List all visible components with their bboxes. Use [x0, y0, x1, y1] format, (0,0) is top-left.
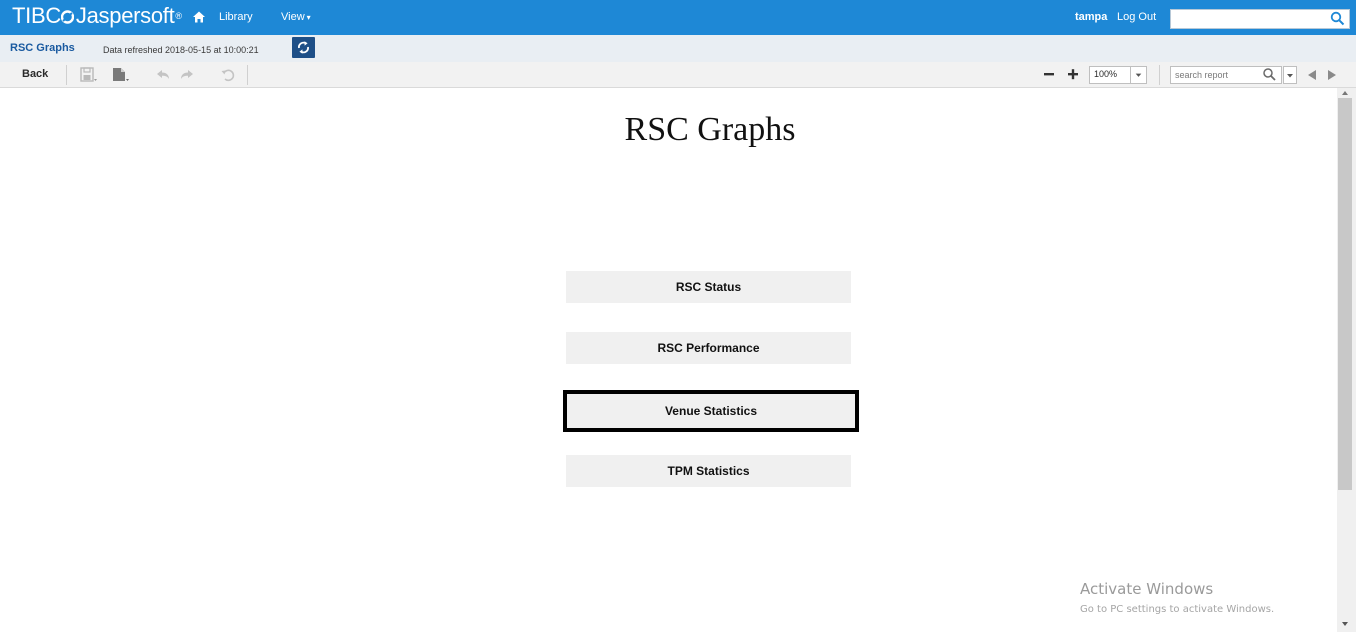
nav-view-menu[interactable]: View ▾ [281, 10, 311, 25]
back-button[interactable]: Back [22, 68, 48, 81]
rsc-performance-button[interactable]: RSC Performance [566, 332, 851, 364]
refresh-button[interactable] [292, 37, 315, 58]
data-refreshed-text: Data refreshed 2018-05-15 at 10:00:21 [103, 45, 259, 55]
scroll-down-icon[interactable] [1339, 620, 1351, 628]
chevron-down-icon [1287, 74, 1293, 78]
reset-icon[interactable] [219, 66, 237, 84]
jaspersoft-logo[interactable]: TIBC Jaspersoft® [12, 4, 182, 28]
zoom-out-icon[interactable] [1042, 67, 1056, 81]
next-result-icon[interactable] [1325, 67, 1339, 83]
nav-library[interactable]: Library [219, 10, 253, 24]
logo-swirl-icon [60, 10, 74, 24]
report-toolbar [0, 62, 1356, 88]
chevron-down-icon: ▾ [306, 13, 311, 22]
previous-result-icon[interactable] [1305, 67, 1319, 83]
rsc-status-button[interactable]: RSC Status [566, 271, 851, 303]
logo-text-secondary: Jaspersoft [75, 3, 175, 28]
logo-text-primary: TIBC [12, 3, 61, 28]
activate-windows-title: Activate Windows [1080, 580, 1214, 598]
zoom-in-icon[interactable] [1066, 67, 1080, 81]
scrollbar-thumb[interactable] [1338, 98, 1352, 490]
nav-view-label: View [281, 11, 305, 23]
undo-icon[interactable] [154, 66, 172, 84]
logout-link[interactable]: Log Out [1117, 10, 1156, 24]
search-icon[interactable] [1330, 11, 1345, 26]
toolbar-divider [66, 65, 67, 85]
scroll-up-icon[interactable] [1339, 89, 1351, 97]
refresh-icon [298, 41, 309, 54]
zoom-value: 100% [1094, 69, 1118, 79]
user-name: tampa [1075, 11, 1108, 23]
logo-trademark: ® [175, 11, 182, 21]
search-options-button[interactable] [1283, 66, 1297, 84]
export-icon[interactable] [111, 66, 129, 84]
report-title: RSC Graphs [624, 111, 796, 148]
toolbar-divider [247, 65, 248, 85]
home-icon[interactable] [192, 10, 206, 24]
chevron-down-icon[interactable] [1130, 67, 1146, 83]
toolbar-divider [1159, 65, 1160, 85]
activate-windows-subtitle: Go to PC settings to activate Windows. [1080, 604, 1275, 615]
save-icon[interactable] [79, 66, 97, 84]
venue-statistics-button[interactable]: Venue Statistics [563, 390, 859, 432]
global-search-input[interactable] [1170, 9, 1350, 29]
report-name: RSC Graphs [10, 42, 75, 54]
search-icon[interactable] [1262, 67, 1277, 82]
tpm-statistics-button[interactable]: TPM Statistics [566, 455, 851, 487]
redo-icon[interactable] [178, 66, 196, 84]
